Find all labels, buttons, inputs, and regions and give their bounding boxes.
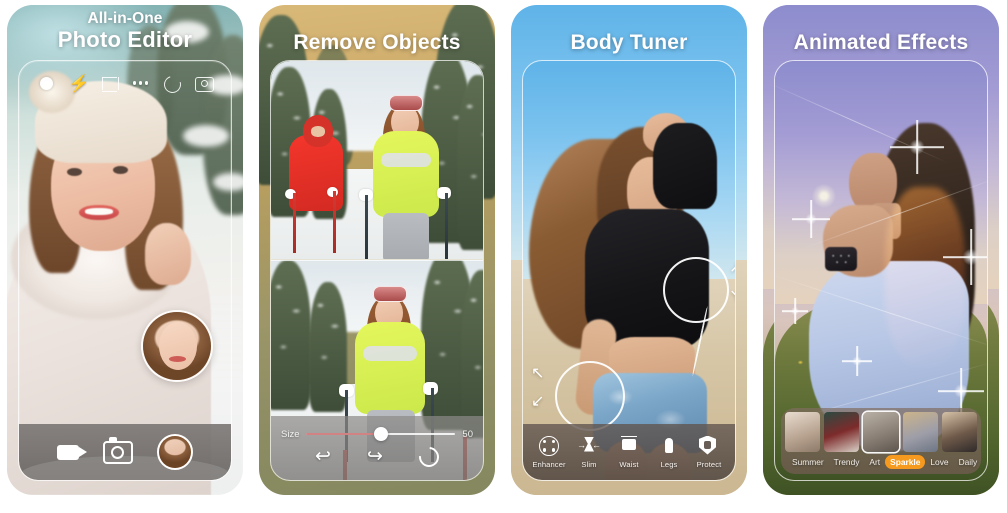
camera-bottom-bar	[19, 424, 231, 480]
category-summer[interactable]: Summer	[787, 455, 829, 469]
before-image	[271, 61, 483, 259]
panel-animated-effects[interactable]: Animated Effects Summer Trendy Art Spark…	[763, 5, 999, 495]
size-slider-row: Size 50	[281, 426, 473, 442]
selfie-pip-bubble[interactable]	[141, 310, 213, 382]
panel-3-screen: ↗ ↘ ↖ ↙ Enhancer →←	[523, 61, 735, 480]
effect-thumb-1[interactable]	[785, 412, 821, 452]
more-options-icon[interactable]	[131, 74, 150, 93]
tool-waist-label: Waist	[619, 459, 639, 469]
undo-button[interactable]: ↩	[315, 444, 331, 470]
gallery-thumbnail-button[interactable]	[157, 434, 193, 470]
tool-enhancer[interactable]: Enhancer	[529, 435, 569, 469]
panel-1-device-frame: ⚡	[18, 60, 232, 481]
size-slider[interactable]	[306, 426, 456, 441]
tool-enhancer-label: Enhancer	[532, 459, 566, 469]
panel-4-screen: Summer Trendy Art Sparkle Love Daily	[775, 61, 987, 480]
tool-legs-label: Legs	[660, 459, 678, 469]
timer-icon[interactable]	[161, 72, 185, 96]
tool-slim-label: Slim	[581, 459, 597, 469]
panel-gap-3	[747, 0, 763, 513]
camera-toolbar: ⚡	[19, 69, 231, 97]
effect-category-tabs: Summer Trendy Art Sparkle Love Daily	[781, 453, 981, 470]
redo-button[interactable]: ↪	[367, 444, 383, 470]
legs-icon	[659, 436, 679, 456]
remove-objects-controls: Size 50 ↩ ↪	[271, 416, 483, 480]
size-slider-value: 50	[462, 428, 473, 440]
panel-photo-editor[interactable]: All-in-One Photo Editor ⚡	[7, 5, 243, 495]
reset-button[interactable]	[414, 442, 444, 472]
enhancer-icon	[539, 435, 559, 456]
panel-gap-2	[495, 0, 511, 513]
waist-icon	[619, 435, 639, 456]
flash-icon[interactable]: ⚡	[68, 74, 89, 93]
panel-2-device-frame: Size 50 ↩ ↪	[270, 60, 484, 481]
record-dot-icon[interactable]	[37, 74, 56, 93]
effect-thumb-3[interactable]	[863, 412, 899, 452]
effect-thumb-2[interactable]	[824, 412, 860, 452]
effect-thumb-5[interactable]	[941, 412, 978, 452]
effects-picker-bar: Summer Trendy Art Sparkle Love Daily	[781, 408, 981, 474]
hip-arrow-up-icon: ↖	[531, 365, 545, 382]
chest-arrow-down-icon: ↘	[729, 285, 735, 305]
tool-legs[interactable]: Legs	[649, 436, 689, 469]
shutter-button[interactable]	[103, 436, 133, 464]
tool-waist[interactable]: Waist	[609, 435, 649, 469]
category-daily[interactable]: Daily	[954, 455, 983, 469]
screenshot-gallery: All-in-One Photo Editor ⚡ Remove Objects…	[0, 0, 1007, 513]
size-slider-label: Size	[281, 428, 300, 440]
protect-shield-icon	[699, 435, 719, 456]
category-love[interactable]: Love	[925, 455, 953, 469]
edit-actions: ↩ ↪	[271, 442, 483, 472]
slim-icon: → ←	[577, 436, 601, 456]
left-edge-spacer	[0, 0, 7, 513]
panel-2-screen: Size 50 ↩ ↪	[271, 61, 483, 480]
tool-protect-label: Protect	[696, 459, 722, 469]
panel-remove-objects[interactable]: Remove Objects Size 50 ↩ ↪	[259, 5, 495, 495]
panel-body-tuner[interactable]: Body Tuner ↗	[511, 5, 747, 495]
adjust-handle-chest[interactable]	[663, 257, 729, 323]
adjust-handle-hip[interactable]	[555, 361, 625, 431]
chest-arrow-up-icon: ↗	[729, 257, 735, 277]
panel-gap-1	[243, 0, 259, 513]
hip-arrow-down-icon: ↙	[531, 393, 545, 410]
effect-thumbnail-strip	[785, 412, 978, 452]
effect-thumb-4[interactable]	[902, 412, 938, 452]
video-mode-button[interactable]	[57, 444, 87, 460]
tool-slim[interactable]: → ← Slim	[569, 436, 609, 469]
category-art[interactable]: Art	[864, 455, 885, 469]
panel-1-screen: ⚡	[19, 61, 231, 480]
before-after-divider	[271, 259, 483, 261]
body-tuner-toolbar: Enhancer → ← Slim Waist Legs Protect	[523, 424, 735, 480]
camera-flip-icon[interactable]	[194, 74, 214, 93]
focus-frame-icon[interactable]	[100, 74, 119, 93]
panel-4-device-frame: Summer Trendy Art Sparkle Love Daily	[774, 60, 988, 481]
tool-protect[interactable]: Protect	[689, 435, 729, 469]
right-edge-spacer	[999, 0, 1006, 513]
size-slider-knob[interactable]	[373, 426, 388, 441]
panel-3-device-frame: ↗ ↘ ↖ ↙ Enhancer →←	[522, 60, 736, 481]
category-sparkle[interactable]: Sparkle	[885, 454, 926, 469]
category-trendy[interactable]: Trendy	[829, 455, 865, 469]
